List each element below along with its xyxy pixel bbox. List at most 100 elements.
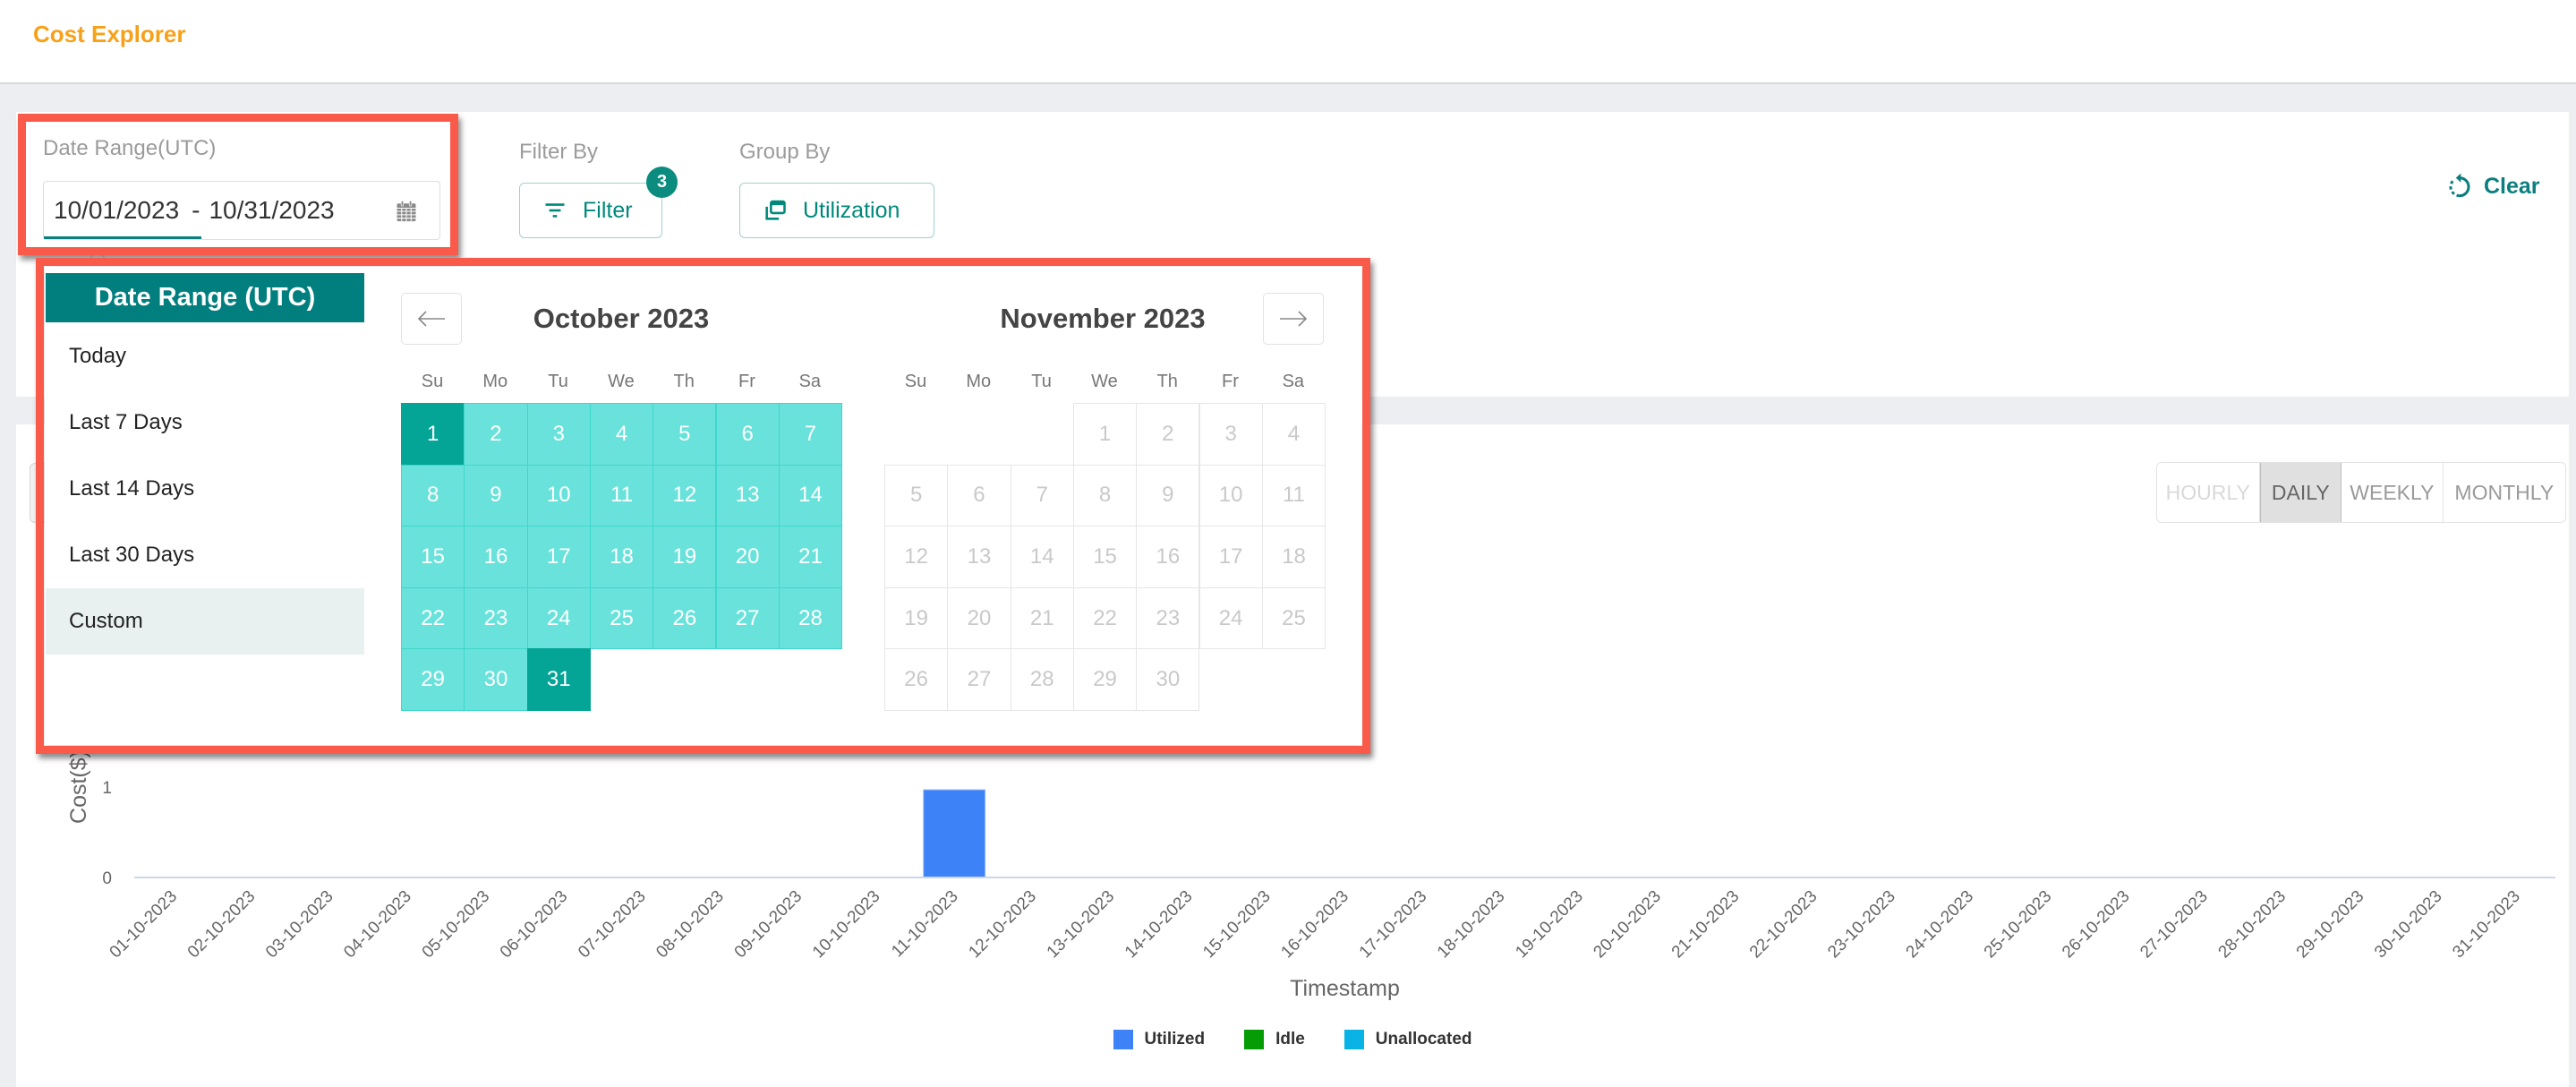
day-cell: 30 xyxy=(1136,648,1200,711)
day-cell[interactable]: 9 xyxy=(464,464,528,527)
day-cell[interactable]: 17 xyxy=(526,526,591,588)
day-cell[interactable]: 28 xyxy=(778,586,843,650)
day-cell: 5 xyxy=(884,464,949,527)
day-cell[interactable]: 20 xyxy=(715,526,780,588)
date-range-value[interactable]: 10/01/2023-10/31/2023 xyxy=(54,196,335,225)
granularity-daily[interactable]: DAILY xyxy=(2259,463,2342,522)
day-cell[interactable]: 26 xyxy=(653,586,717,650)
month-grid-left: 1 2 3 4 5 6 7 8 9 10 11 12 13 14 15 16 17 18 19 20 21 22 23 24 2… xyxy=(401,403,843,712)
day-cell: 12 xyxy=(884,526,949,588)
x-tick-label: 08-10-2023 xyxy=(653,887,728,963)
weekday-label: We xyxy=(608,372,635,391)
day-cell[interactable]: 15 xyxy=(401,526,465,588)
day-cell: 3 xyxy=(1198,403,1263,466)
x-tick-label: 06-10-2023 xyxy=(497,887,572,963)
legend-swatch xyxy=(1113,1030,1133,1049)
filter-count-badge: 3 xyxy=(646,167,678,198)
x-tick-label: 18-10-2023 xyxy=(1434,887,1509,963)
weekday-label: Th xyxy=(673,372,695,391)
day-cell[interactable]: 13 xyxy=(715,464,780,527)
date-range-label: Date Range(UTC) xyxy=(43,136,217,160)
weekday-label: Tu xyxy=(548,372,568,391)
day-cell[interactable]: 10 xyxy=(526,464,591,527)
weekday-label: Su xyxy=(421,372,444,391)
preset-last-30-days[interactable]: Last 30 Days xyxy=(46,522,364,588)
x-tick-label: 13-10-2023 xyxy=(1044,887,1119,963)
y-tick-label: 0 xyxy=(102,869,112,888)
day-cell[interactable]: 31 xyxy=(526,648,591,711)
legend-item-unallocated[interactable]: Unallocated xyxy=(1343,1030,1472,1049)
filter-icon xyxy=(545,203,565,218)
x-tick-label: 27-10-2023 xyxy=(2137,887,2212,963)
x-tick-label: 14-10-2023 xyxy=(1122,887,1197,963)
x-tick-label: 26-10-2023 xyxy=(2059,887,2134,963)
day-cell[interactable]: 2 xyxy=(464,403,528,466)
y-tick-label: 1 xyxy=(102,779,112,798)
day-cell[interactable]: 27 xyxy=(715,586,780,650)
preset-last-14-days[interactable]: Last 14 Days xyxy=(46,456,364,522)
day-cell: 4 xyxy=(1261,403,1326,466)
day-cell[interactable]: 23 xyxy=(464,586,528,650)
day-cell[interactable]: 7 xyxy=(778,403,843,466)
month-title-left: October 2023 xyxy=(533,303,710,334)
day-cell[interactable]: 5 xyxy=(653,403,717,466)
weekday-label: Sa xyxy=(798,372,822,391)
day-cell[interactable]: 16 xyxy=(464,526,528,588)
day-cell[interactable]: 21 xyxy=(778,526,843,588)
granularity-toggle: HOURLY DAILY WEEKLY MONTHLY xyxy=(2156,462,2566,523)
clear-button[interactable]: Clear xyxy=(2445,170,2540,202)
group-by-button-label: Utilization xyxy=(803,197,900,223)
x-tick-label: 10-10-2023 xyxy=(809,887,884,963)
preset-last-7-days[interactable]: Last 7 Days xyxy=(46,389,364,456)
start-date[interactable]: 10/01/2023 xyxy=(54,196,179,224)
day-cell[interactable]: 14 xyxy=(778,464,843,527)
day-cell: 1 xyxy=(1072,403,1138,466)
day-cell[interactable]: 18 xyxy=(589,526,654,588)
end-date[interactable]: 10/31/2023 xyxy=(209,196,334,224)
x-tick-label: 07-10-2023 xyxy=(575,887,650,963)
group-by-button[interactable]: Utilization xyxy=(739,183,934,238)
day-cell[interactable]: 30 xyxy=(464,648,528,711)
day-cell: 10 xyxy=(1198,464,1263,527)
preset-custom[interactable]: Custom xyxy=(46,588,364,655)
day-cell[interactable]: 3 xyxy=(526,403,591,466)
next-month-button[interactable] xyxy=(1263,293,1324,345)
day-cell[interactable]: 24 xyxy=(526,586,591,650)
x-tick-label: 12-10-2023 xyxy=(965,887,1040,963)
day-cell[interactable]: 12 xyxy=(653,464,717,527)
day-cell[interactable]: 19 xyxy=(653,526,717,588)
x-tick-label: 28-10-2023 xyxy=(2215,887,2290,963)
calendar-icon[interactable] xyxy=(394,199,419,224)
prev-month-button[interactable] xyxy=(401,293,462,345)
x-tick-label: 22-10-2023 xyxy=(1746,887,1821,963)
group-icon xyxy=(765,200,786,220)
weekday-label: Sa xyxy=(1282,372,1305,391)
x-tick-label: 05-10-2023 xyxy=(419,887,494,963)
day-cell[interactable]: 8 xyxy=(401,464,465,527)
day-cell[interactable]: 11 xyxy=(589,464,654,527)
day-cell: 28 xyxy=(1010,648,1074,711)
day-cell[interactable]: 22 xyxy=(401,586,465,650)
x-tick-label: 20-10-2023 xyxy=(1590,887,1665,963)
day-cell: 6 xyxy=(947,464,1011,527)
granularity-monthly[interactable]: MONTHLY xyxy=(2444,463,2565,522)
x-tick-label: 30-10-2023 xyxy=(2371,887,2446,963)
legend-item-idle[interactable]: Idle xyxy=(1244,1030,1305,1049)
day-cell[interactable]: 25 xyxy=(589,586,654,650)
granularity-weekly[interactable]: WEEKLY xyxy=(2341,463,2444,522)
day-cell[interactable]: 1 xyxy=(401,403,465,466)
chart-legend: Utilized Idle Unallocated xyxy=(16,1026,2569,1053)
day-cell: 25 xyxy=(1261,586,1326,650)
day-cell[interactable]: 6 xyxy=(715,403,780,466)
granularity-hourly: HOURLY xyxy=(2157,463,2260,522)
date-range-input[interactable]: 10/01/2023-10/31/2023 xyxy=(43,181,440,240)
x-tick-label: 11-10-2023 xyxy=(888,887,962,962)
bar-utilized[interactable] xyxy=(923,789,986,878)
filter-button[interactable]: Filter xyxy=(519,183,662,238)
day-cell[interactable]: 4 xyxy=(589,403,654,466)
day-cell[interactable]: 29 xyxy=(401,648,465,711)
day-cell: 18 xyxy=(1261,526,1326,588)
preset-today[interactable]: Today xyxy=(46,323,364,389)
legend-item-utilized[interactable]: Utilized xyxy=(1113,1030,1205,1049)
day-cell: 11 xyxy=(1261,464,1326,527)
